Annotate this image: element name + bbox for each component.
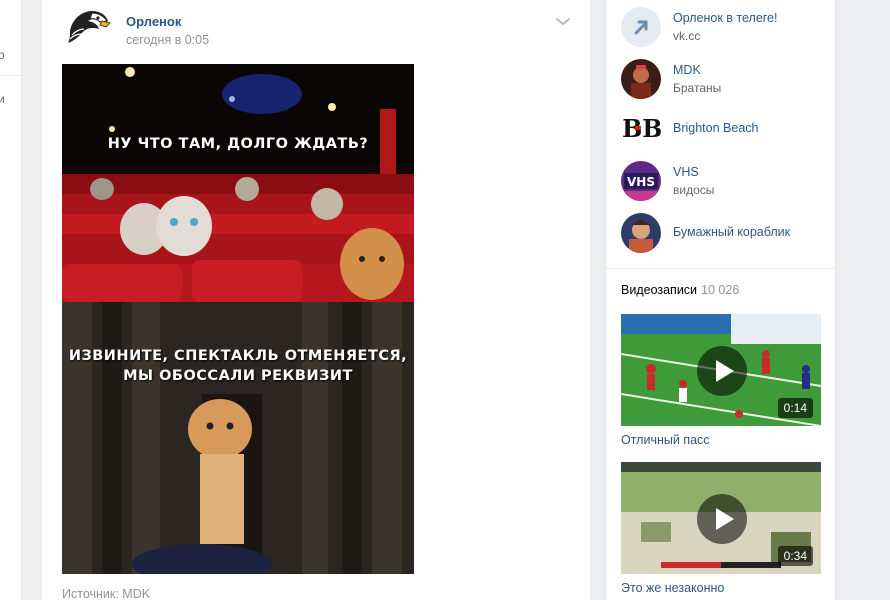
link-subtitle: vk.cc [673,29,701,43]
svg-text:VHS: VHS [627,175,655,189]
videos-count: 10 026 [701,283,740,297]
video-title-link[interactable]: Это же незаконно [621,581,724,595]
meme-caption-top: НУ ЧТО ТАМ, ДОЛГО ЖДАТЬ? [107,136,369,152]
eagle-icon [68,11,111,43]
mdk-avatar [621,59,661,99]
videos-header[interactable]: Видеозаписи 10 026 [621,283,739,297]
post-source[interactable]: Источник: MDK [62,587,150,600]
divider [0,75,22,76]
link-item[interactable]: MDK Братаны [621,59,831,101]
video-thumbnail[interactable]: 0:14 [621,314,821,426]
author-avatar[interactable] [62,1,112,51]
vhs-avatar: VHS [621,161,661,201]
left-nav-fragment[interactable]: и [0,92,5,106]
videos-title: Видеозаписи [621,283,698,297]
link-title[interactable]: Орленок в телеге! [673,11,777,25]
link-item[interactable]: Орленок в телеге! vk.cc [621,7,831,49]
play-icon[interactable] [697,494,747,544]
post-header: Орленок сегодня в 0:05 [62,1,572,53]
links-block: Орленок в телеге! vk.cc MDK Братаны BB B… [606,0,835,269]
chevron-down-icon[interactable] [554,13,572,31]
meme-caption-bottom-line2: МЫ ОБОССАЛИ РЕКВИЗИТ [123,368,353,384]
video-thumbnail[interactable]: 0:34 [621,462,821,574]
link-item[interactable]: BB Brighton Beach [621,109,831,151]
link-item[interactable]: VHS VHS видосы [621,161,831,203]
left-nav-sliver: о и [0,0,22,600]
meme-caption-bottom-line1: ИЗВИНИТЕ, СПЕКТАКЛЬ ОТМЕНЯЕТСЯ, [68,348,408,364]
video-title-link[interactable]: Отличный пасс [621,433,710,447]
video-duration: 0:34 [777,546,813,566]
brighton-beach-logo: BB [621,109,661,149]
link-subtitle: Братаны [673,81,722,95]
link-title[interactable]: VHS [673,165,699,179]
post-image[interactable]: НУ ЧТО ТАМ, ДОЛГО ЖДАТЬ? ИЗВИНИТЕ, СПЕКТ… [62,64,414,574]
link-title[interactable]: Бумажный кораблик [673,225,790,239]
left-nav-fragment[interactable]: о [0,48,5,62]
link-item[interactable]: Бумажный кораблик [621,213,831,255]
play-icon[interactable] [697,346,747,396]
post-date[interactable]: сегодня в 0:05 [126,33,209,47]
link-subtitle: видосы [673,183,715,197]
link-title[interactable]: MDK [673,63,701,77]
svg-text:BB: BB [622,114,661,143]
paper-boat-avatar [621,213,661,253]
post-author-link[interactable]: Орленок [126,14,181,29]
right-column: Орленок в телеге! vk.cc MDK Братаны BB B… [605,0,836,600]
video-duration: 0:14 [777,398,813,418]
wall-post: Орленок сегодня в 0:05 НУ ЧТО ТАМ, ДОЛГО… [41,0,591,600]
share-arrow-icon [621,7,661,47]
link-title[interactable]: Brighton Beach [673,121,758,135]
